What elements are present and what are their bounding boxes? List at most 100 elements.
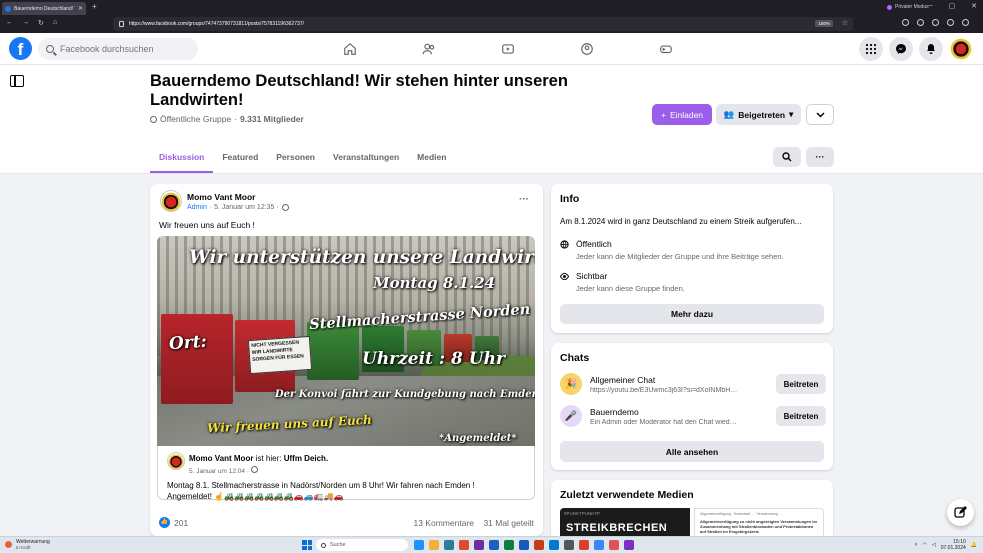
shared-author-avatar[interactable] (167, 452, 185, 470)
bookmark-star-icon[interactable]: ☆ (842, 19, 848, 27)
nav-gaming[interactable] (626, 33, 705, 65)
globe-icon (560, 240, 569, 249)
windows-start-icon[interactable] (302, 540, 312, 550)
forward-icon[interactable]: → (22, 19, 29, 27)
app-icon[interactable] (414, 540, 424, 550)
join-chat-button[interactable]: Beitreten (776, 374, 826, 394)
back-icon[interactable]: ← (6, 19, 13, 27)
messenger-button[interactable] (889, 37, 913, 61)
weather-widget[interactable]: Wetterwarnung In Kraft (5, 539, 50, 550)
post-text: Wir freuen uns auf Euch ! (159, 220, 255, 230)
more-info-button[interactable]: Mehr dazu (560, 304, 824, 324)
info-public-text: Öffentlich Jeder kann die Mitglieder der… (576, 239, 784, 261)
shared-date[interactable]: 5. Januar um 12:04 · (189, 468, 249, 475)
speaker-icon[interactable]: ◁ (932, 542, 936, 548)
joined-button[interactable]: 👥 Beigetreten ▾ (716, 104, 801, 125)
bell-icon (927, 44, 935, 54)
nav-home[interactable] (310, 33, 389, 65)
sidebar-toggle-icon[interactable] (10, 75, 24, 87)
profile-avatar[interactable] (949, 37, 973, 61)
taskbar-search[interactable]: Suche (316, 539, 408, 551)
join-chat-button[interactable]: Beitreten (776, 406, 826, 426)
tab-veranstaltungen[interactable]: Veranstaltungen (324, 145, 408, 173)
share-count[interactable]: 31 Mal geteilt (483, 518, 534, 528)
post-author[interactable]: Momo Vant Moor (187, 192, 255, 202)
folder-icon[interactable] (429, 540, 439, 550)
firefox-icon[interactable] (624, 540, 634, 550)
shield-icon[interactable] (902, 19, 909, 26)
chat-item[interactable]: 🎉 Allgemeiner Chat https://youtu.be/E3Uw… (560, 373, 826, 399)
post-image[interactable]: NICHT VERGESSEN WIR LANDWIRTE SORGEN FÜR… (157, 236, 535, 446)
app-icon[interactable] (564, 540, 574, 550)
close-window-icon[interactable]: ✕ (971, 2, 977, 10)
notification-bell-icon[interactable]: 🔔 (971, 542, 977, 548)
app-icon[interactable] (609, 540, 619, 550)
like-count[interactable]: 201 (174, 518, 188, 528)
joined-label: Beigetreten (738, 109, 786, 120)
url-bar[interactable]: https://www.facebook.com/groups/74747379… (113, 17, 853, 31)
shared-place[interactable]: Uffm Deich. (284, 454, 328, 463)
facebook-logo[interactable]: f (9, 37, 32, 60)
account-icon[interactable] (932, 19, 939, 26)
weather-text: Wetterwarnung In Kraft (16, 539, 50, 550)
chat-item[interactable]: 🎤 Bauerndemo Ein Admin oder Moderator ha… (560, 405, 826, 431)
app-icon[interactable] (489, 540, 499, 550)
zoom-badge[interactable]: 150% (815, 20, 833, 27)
outlook-icon[interactable] (549, 540, 559, 550)
tab-diskussion[interactable]: Diskussion (150, 145, 214, 173)
group-more-button[interactable]: ··· (806, 147, 834, 167)
chat-name[interactable]: Allgemeiner Chat (590, 375, 655, 385)
info-visible-row: Sichtbar Jeder kann diese Gruppe finden. (560, 271, 685, 293)
search-input[interactable] (60, 44, 180, 54)
app-icon[interactable] (459, 540, 469, 550)
maximize-icon[interactable]: ▢ (949, 2, 956, 10)
info-visible-title: Sichtbar (576, 271, 608, 281)
shared-post[interactable]: Momo Vant Moor ist hier: Uffm Deich. 5. … (157, 446, 535, 501)
reload-icon[interactable]: ↻ (38, 19, 44, 27)
post-options-icon[interactable]: ··· (519, 194, 529, 205)
tray-chevron-icon[interactable]: ˄ (915, 542, 918, 548)
word-icon[interactable] (519, 540, 529, 550)
author-avatar[interactable] (160, 190, 182, 212)
browser-tab[interactable]: Bauerndemo Deutschland! Wir s... ✕ (2, 2, 86, 15)
wifi-icon[interactable]: ◠ (923, 542, 927, 548)
minimize-icon[interactable]: – (929, 2, 933, 10)
excel-icon[interactable] (504, 540, 514, 550)
search-box[interactable] (38, 38, 198, 60)
group-title[interactable]: Bauerndemo Deutschland! Wir stehen hinte… (150, 72, 580, 110)
notifications-button[interactable] (919, 37, 943, 61)
pdf-icon[interactable] (579, 540, 589, 550)
app-icon[interactable] (474, 540, 484, 550)
menu-button[interactable] (859, 37, 883, 61)
tab-featured[interactable]: Featured (213, 145, 267, 173)
group-members[interactable]: 9.331 Mitglieder (240, 114, 304, 124)
clock[interactable]: 15:10 07.01.2024 (941, 539, 966, 551)
extensions-icon[interactable] (947, 19, 954, 26)
invite-button[interactable]: + Einladen (652, 104, 712, 125)
chat-name[interactable]: Bauerndemo (590, 407, 639, 417)
tractor-red-1 (161, 314, 233, 404)
powerpoint-icon[interactable] (534, 540, 544, 550)
nav-groups[interactable] (547, 33, 626, 65)
nav-friends[interactable] (389, 33, 468, 65)
tab-personen[interactable]: Personen (267, 145, 324, 173)
new-message-button[interactable] (947, 499, 974, 526)
comment-count[interactable]: 13 Kommentare (414, 518, 474, 528)
download-icon[interactable] (917, 19, 924, 26)
menu-icon[interactable] (962, 19, 969, 26)
group-tabs: Diskussion Featured Personen Veranstaltu… (150, 145, 455, 173)
home-icon[interactable]: ⌂ (53, 19, 57, 27)
shared-author[interactable]: Momo Vant Moor (189, 454, 253, 463)
search-icon (782, 152, 792, 162)
app-icon[interactable] (594, 540, 604, 550)
nav-video[interactable] (468, 33, 547, 65)
tab-medien[interactable]: Medien (408, 145, 455, 173)
new-tab-icon[interactable]: + (92, 2, 97, 11)
close-tab-icon[interactable]: ✕ (78, 5, 83, 12)
group-header: Bauerndemo Deutschland! Wir stehen hinte… (0, 65, 983, 174)
app-icon[interactable] (444, 540, 454, 550)
group-search-button[interactable] (773, 147, 801, 167)
expand-button[interactable] (806, 104, 834, 125)
post-date[interactable]: · 5. Januar um 12:35 · (210, 204, 279, 211)
see-all-chats-button[interactable]: Alle ansehen (560, 441, 824, 462)
